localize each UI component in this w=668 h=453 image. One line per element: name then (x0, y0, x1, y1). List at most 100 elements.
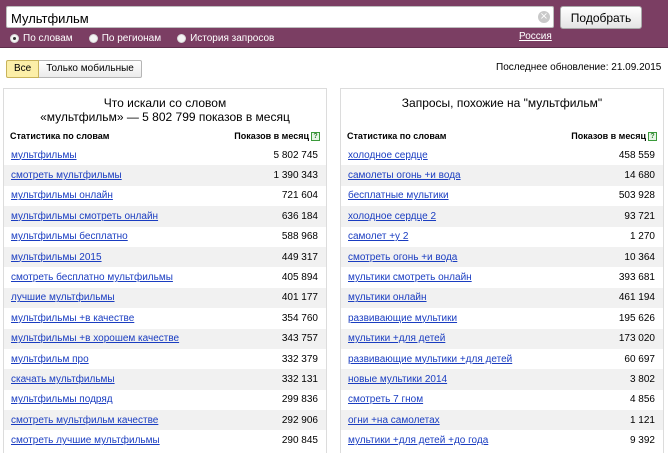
submit-button[interactable]: Подобрать (560, 6, 642, 29)
table-row: холодное сердце 458 559 (341, 145, 663, 165)
shows-count: 3 802 (629, 373, 655, 385)
table-row: мультфильмы +в качестве 354 760 (4, 308, 326, 328)
keyword-link[interactable]: мультфильмы +в хорошем качестве (11, 333, 179, 344)
shows-count: 290 845 (281, 435, 318, 447)
device-filter: Все Только мобильные (6, 60, 142, 78)
keyword-link[interactable]: мультфильмы бесплатно (11, 231, 128, 242)
radio-icon[interactable] (177, 33, 187, 43)
keyword-link[interactable]: развивающие мультики (348, 313, 457, 324)
table-row: мультфильмы смотреть онлайн 636 184 (4, 206, 326, 227)
help-icon[interactable]: ? (311, 132, 320, 142)
keyword-link[interactable]: мультфильмы (11, 150, 77, 161)
keyword-stats-panel: Что искали со словом «мультфильм» — 5 80… (3, 88, 327, 453)
keyword-link[interactable]: самолеты огонь +и вода (348, 170, 461, 181)
shows-count: 173 020 (618, 333, 655, 345)
shows-count: 332 379 (281, 353, 318, 365)
keyword-link[interactable]: смотреть мультфильмы (11, 170, 122, 181)
shows-count: 9 392 (629, 435, 655, 447)
table-row: мультфильмы бесплатно 588 968 (4, 227, 326, 247)
keyword-link[interactable]: мультфильмы подряд (11, 394, 113, 405)
keyword-link[interactable]: мультфильм про (11, 354, 89, 365)
table-row: мультфильмы подряд 299 836 (4, 390, 326, 410)
keyword-link[interactable]: мультики онлайн (348, 292, 427, 303)
search-mode-group: По словам По регионам История запросов (10, 31, 290, 45)
shows-count: 10 364 (624, 251, 655, 263)
mode-history[interactable]: История запросов (177, 31, 274, 45)
radio-icon[interactable] (88, 33, 98, 43)
mode-by-words[interactable]: По словам (10, 31, 73, 45)
table-row: скачать мультфильмы 332 131 (4, 369, 326, 390)
keyword-list: мультфильмы 5 802 745 смотреть мультфильмы… (4, 145, 326, 451)
table-row: развивающие мультики 195 626 (341, 308, 663, 328)
keyword-link[interactable]: смотреть бесплатно мультфильмы (11, 272, 173, 283)
keyword-link[interactable]: холодное сердце (348, 150, 428, 161)
similar-queries-panel: Запросы, похожие на "мультфильм" Статист… (340, 88, 664, 453)
shows-count: 354 760 (281, 312, 318, 324)
keyword-link[interactable]: скачать мультфильмы (11, 374, 115, 385)
keyword-link[interactable]: смотреть мультфильм качестве (11, 415, 158, 426)
table-row: мультики +для детей +до года 9 392 (341, 430, 663, 450)
keyword-link[interactable]: мультфильмы смотреть онлайн (11, 211, 158, 222)
shows-count: 292 906 (281, 414, 318, 426)
shows-count: 458 559 (618, 149, 655, 161)
table-row: бесплатные мультики 503 928 (341, 186, 663, 206)
mode-label: История запросов (190, 32, 275, 44)
table-row: мультики онлайн 461 194 (341, 287, 663, 309)
table-row: мультики +для детей 173 020 (341, 328, 663, 349)
search-input[interactable] (6, 6, 554, 28)
search-bar: × Подобрать По словам По регионам Истори… (0, 0, 668, 48)
table-row: лучшие мультфильмы 401 177 (4, 287, 326, 309)
keyword-link[interactable]: мультики +для детей (348, 333, 445, 344)
table-row: самолеты огонь +и вода 14 680 (341, 165, 663, 186)
similar-list: холодное сердце 458 559 самолеты огонь +и … (341, 145, 663, 451)
column-words: Статистика по словам (347, 131, 447, 141)
keyword-link[interactable]: самолет +у 2 (348, 231, 408, 242)
shows-count: 299 836 (281, 394, 318, 406)
table-row: мультики смотреть онлайн 393 681 (341, 267, 663, 287)
keyword-link[interactable]: смотреть 7 гном (348, 394, 423, 405)
table-row: огни +на самолетах 1 121 (341, 410, 663, 431)
keyword-link[interactable]: новые мультики 2014 (348, 374, 447, 385)
mode-by-regions[interactable]: По регионам (88, 31, 161, 45)
keyword-link[interactable]: огни +на самолетах (348, 415, 440, 426)
keyword-link[interactable]: мультфильмы +в качестве (11, 313, 134, 324)
keyword-link[interactable]: лучшие мультфильмы (11, 292, 115, 303)
shows-count: 60 697 (624, 353, 655, 365)
panel-title: Запросы, похожие на "мультфильм" (401, 96, 603, 110)
region-link[interactable]: Россия (519, 31, 552, 42)
shows-count: 4 856 (629, 394, 655, 406)
shows-count: 721 604 (281, 190, 318, 202)
filter-all-button[interactable]: Все (6, 60, 40, 78)
clear-icon[interactable]: × (538, 11, 550, 23)
table-row: смотреть бесплатно мультфильмы 405 894 (4, 267, 326, 287)
shows-count: 449 317 (281, 251, 318, 263)
shows-count: 393 681 (618, 272, 655, 284)
column-header: Статистика по словам Показов в месяц? (347, 129, 657, 143)
table-row: смотреть лучшие мультфильмы 290 845 (4, 430, 326, 450)
shows-count: 405 894 (281, 272, 318, 284)
table-row: смотреть мультфильм качестве 292 906 (4, 410, 326, 431)
shows-count: 401 177 (281, 292, 318, 304)
column-header: Статистика по словам Показов в месяц? (10, 129, 320, 143)
column-words: Статистика по словам (10, 131, 110, 141)
keyword-link[interactable]: развивающие мультики +для детей (348, 354, 512, 365)
keyword-link[interactable]: мультики смотреть онлайн (348, 272, 472, 283)
keyword-link[interactable]: мультфильмы 2015 (11, 252, 102, 263)
keyword-link[interactable]: смотреть огонь +и вода (348, 252, 457, 263)
shows-count: 14 680 (624, 170, 655, 182)
shows-count: 5 802 745 (273, 149, 319, 161)
radio-icon[interactable] (10, 33, 19, 43)
keyword-link[interactable]: мультики +для детей +до года (348, 435, 488, 446)
shows-count: 195 626 (618, 312, 655, 324)
filter-mobile-button[interactable]: Только мобильные (39, 60, 142, 78)
keyword-link[interactable]: смотреть лучшие мультфильмы (11, 435, 160, 446)
keyword-link[interactable]: мультфильмы онлайн (11, 190, 113, 201)
shows-count: 461 194 (618, 292, 655, 304)
shows-count: 1 390 343 (273, 170, 319, 182)
keyword-link[interactable]: бесплатные мультики (348, 190, 449, 201)
shows-count: 343 757 (281, 333, 318, 345)
table-row: новые мультики 2014 3 802 (341, 369, 663, 390)
keyword-link[interactable]: холодное сердце 2 (348, 211, 436, 222)
shows-count: 1 121 (629, 414, 655, 426)
help-icon[interactable]: ? (648, 132, 657, 142)
